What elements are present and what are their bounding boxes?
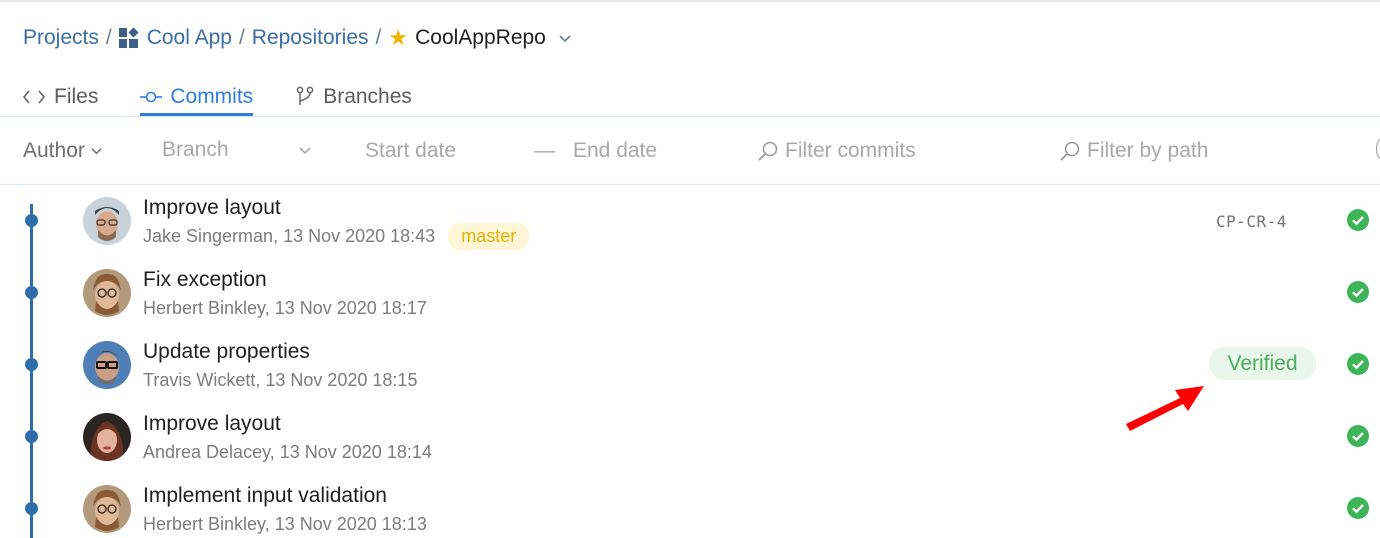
start-date-placeholder: Start date	[365, 138, 457, 162]
commit-title[interactable]: Improve layout	[143, 196, 281, 220]
tab-files[interactable]: Files	[22, 78, 98, 116]
chevron-down-icon[interactable]	[558, 31, 572, 45]
commit-icon	[140, 90, 163, 104]
tab-branches[interactable]: Branches	[295, 78, 412, 116]
branch-badge[interactable]: master	[448, 223, 530, 250]
commit-author-date: Herbert Binkley, 13 Nov 2020 18:17	[143, 298, 427, 318]
start-date-input[interactable]: Start date	[365, 117, 456, 184]
search-icon	[757, 140, 779, 162]
tab-commits-label: Commits	[170, 85, 254, 108]
chevron-down-icon	[298, 143, 312, 157]
grid-app-icon	[118, 27, 139, 48]
branch-filter-placeholder: Branch	[162, 137, 229, 161]
repo-tabs: Files Commits Branches	[22, 78, 454, 116]
breadcrumb-separator: /	[105, 26, 112, 49]
commit-meta: Jake Singerman, 13 Nov 2020 18:43 master	[143, 223, 530, 250]
end-date-placeholder: End date	[573, 138, 658, 162]
commit-dot	[25, 358, 38, 371]
verified-badge[interactable]: Verified	[1209, 347, 1316, 380]
commit-row[interactable]: Implement input validation Herbert Binkl…	[0, 473, 1380, 538]
filter-commits-placeholder: Filter commits	[785, 138, 916, 162]
filter-path-placeholder: Filter by path	[1087, 138, 1209, 162]
author-filter-label: Author	[23, 138, 85, 162]
annotation-arrow-icon	[1126, 386, 1204, 431]
star-icon[interactable]: ★	[388, 25, 408, 51]
commit-title[interactable]: Implement input validation	[143, 484, 387, 508]
breadcrumb-repo-name[interactable]: CoolAppRepo	[415, 26, 546, 50]
tab-commits[interactable]: Commits	[140, 78, 253, 116]
check-circle-icon[interactable]	[1347, 425, 1369, 447]
breadcrumb-app-link[interactable]: Cool App	[147, 26, 232, 50]
author-filter-dropdown[interactable]: Author	[23, 117, 103, 184]
breadcrumb-projects-link[interactable]: Projects	[23, 26, 99, 50]
chevron-down-icon	[90, 144, 103, 157]
filter-commits-input[interactable]: Filter commits	[757, 117, 916, 184]
avatar[interactable]	[83, 485, 131, 533]
avatar[interactable]	[83, 197, 131, 245]
commit-meta: Andrea Delacey, 13 Nov 2020 18:14	[143, 442, 432, 463]
check-circle-icon[interactable]	[1347, 209, 1369, 231]
avatar[interactable]	[83, 413, 131, 461]
end-date-input[interactable]: End date	[573, 117, 657, 184]
commit-meta: Herbert Binkley, 13 Nov 2020 18:17	[143, 298, 427, 319]
date-range-separator: —	[534, 117, 555, 184]
tab-branches-label: Branches	[323, 85, 412, 108]
commit-row[interactable]: Improve layout Jake Singerman, 13 Nov 20…	[0, 185, 1380, 257]
commit-filters: Author Branch Start date — End date Filt…	[0, 117, 1380, 184]
breadcrumb: Projects / Cool App / Repositories / ★ C…	[23, 24, 572, 52]
branch-icon	[295, 86, 315, 108]
filter-path-input[interactable]: Filter by path	[1059, 117, 1208, 184]
commit-meta: Travis Wickett, 13 Nov 2020 18:15	[143, 370, 417, 391]
branch-filter-select[interactable]: Branch	[162, 116, 314, 183]
issue-reference[interactable]: CP-CR-4	[1216, 212, 1287, 231]
avatar[interactable]	[83, 341, 131, 389]
check-circle-icon[interactable]	[1347, 497, 1369, 519]
check-circle-icon[interactable]	[1347, 281, 1369, 303]
commit-dot	[25, 286, 38, 299]
commit-author-date: Andrea Delacey, 13 Nov 2020 18:14	[143, 442, 432, 462]
top-border	[0, 0, 1380, 2]
commit-dot	[25, 502, 38, 515]
search-icon	[1059, 140, 1081, 162]
breadcrumb-separator: /	[375, 26, 382, 49]
commit-author-date: Jake Singerman, 13 Nov 2020 18:43	[143, 226, 436, 246]
tab-files-label: Files	[54, 85, 99, 108]
check-circle-icon[interactable]	[1347, 353, 1369, 375]
commit-dot	[25, 214, 38, 227]
commit-title[interactable]: Update properties	[143, 340, 310, 364]
breadcrumb-repositories-link[interactable]: Repositories	[252, 26, 369, 50]
commit-title[interactable]: Improve layout	[143, 412, 281, 436]
commit-title[interactable]: Fix exception	[143, 268, 267, 292]
date-separator-text: —	[534, 138, 555, 162]
commit-dot	[25, 430, 38, 443]
commit-author-date: Herbert Binkley, 13 Nov 2020 18:13	[143, 514, 427, 534]
cropped-control-edge	[1376, 139, 1380, 159]
commit-row[interactable]: Fix exception Herbert Binkley, 13 Nov 20…	[0, 257, 1380, 329]
avatar[interactable]	[83, 269, 131, 317]
breadcrumb-separator: /	[238, 26, 245, 49]
commit-meta: Herbert Binkley, 13 Nov 2020 18:13	[143, 514, 427, 535]
commit-author-date: Travis Wickett, 13 Nov 2020 18:15	[143, 370, 418, 390]
code-icon	[22, 88, 46, 106]
